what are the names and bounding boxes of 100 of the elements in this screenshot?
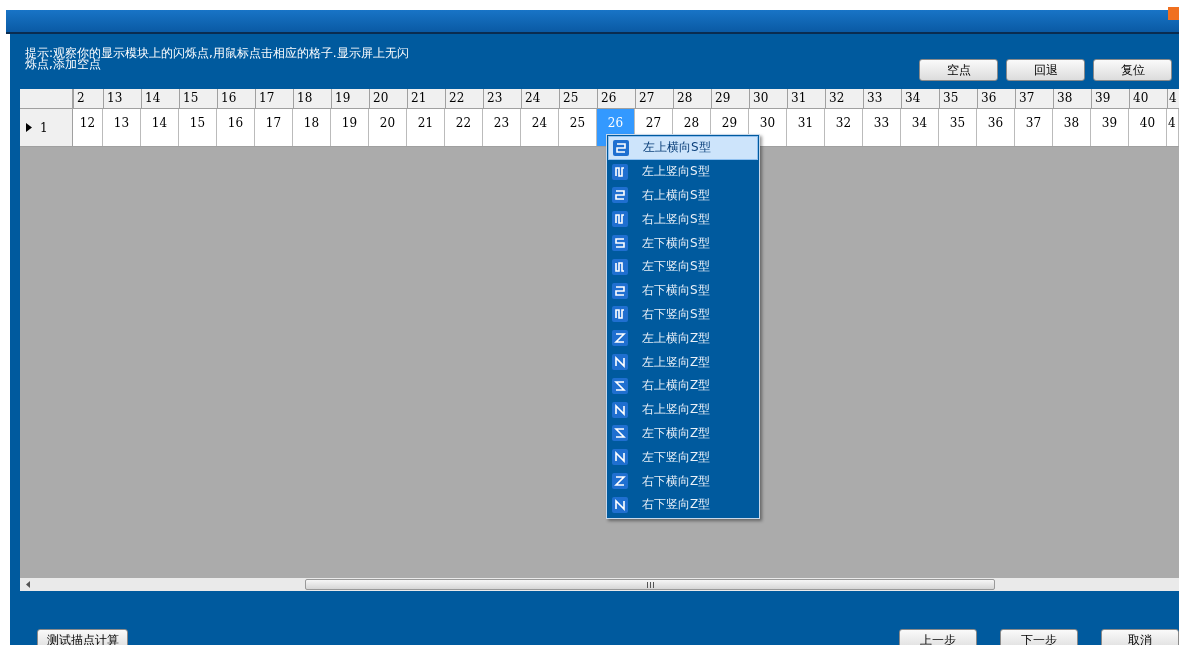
column-header: 34	[901, 89, 939, 108]
table-cell[interactable]: 20	[369, 109, 407, 146]
table-cell[interactable]: 16	[217, 109, 255, 146]
column-header: 15	[179, 89, 217, 108]
menu-item[interactable]: 左上横向Z型	[608, 326, 758, 351]
menu-item[interactable]: 左下竖向Z型	[608, 445, 758, 470]
menu-item[interactable]: 左下横向S型	[608, 231, 758, 255]
column-header: 19	[331, 89, 369, 108]
column-header: 32	[825, 89, 863, 108]
table-cell[interactable]: 40	[1129, 109, 1167, 146]
column-header: 17	[255, 89, 293, 108]
column-header: 38	[1053, 89, 1091, 108]
serpentine-icon	[612, 163, 628, 180]
table-cell[interactable]: 30	[749, 109, 787, 146]
table-cell[interactable]: 39	[1091, 109, 1129, 146]
column-header: 13	[103, 89, 141, 108]
nav-button[interactable]: 取消	[1101, 629, 1179, 645]
serpentine-icon	[613, 139, 629, 156]
zigzag-icon	[612, 401, 628, 418]
column-header: 4	[1167, 89, 1179, 108]
column-header: 28	[673, 89, 711, 108]
zigzag-icon	[612, 425, 628, 442]
table-cell[interactable]: 13	[103, 109, 141, 146]
menu-item[interactable]: 右上竖向Z型	[608, 397, 758, 422]
zigzag-icon	[612, 377, 628, 394]
table-cell[interactable]: 19	[331, 109, 369, 146]
scrollbar-thumb[interactable]	[305, 579, 995, 590]
column-header: 14	[141, 89, 179, 108]
hint-text: 提示:观察你的显示模块上的闪烁点,用鼠标点击相应的格子.显示屏上无闪烁点,添加空点	[25, 48, 410, 70]
zigzag-icon	[612, 330, 628, 347]
column-header: 21	[407, 89, 445, 108]
zigzag-icon	[612, 473, 628, 490]
table-cell[interactable]: 31	[787, 109, 825, 146]
zigzag-icon	[612, 354, 628, 371]
column-header: 23	[483, 89, 521, 108]
menu-item[interactable]: 右上横向Z型	[608, 373, 758, 398]
table-cell[interactable]: 36	[977, 109, 1015, 146]
table-cell[interactable]: 4	[1167, 109, 1179, 146]
column-header: 2	[73, 89, 103, 108]
menu-item[interactable]: 左上横向S型	[608, 136, 758, 160]
table-cell[interactable]: 35	[939, 109, 977, 146]
column-header: 20	[369, 89, 407, 108]
serpentine-icon	[612, 187, 628, 204]
column-header: 18	[293, 89, 331, 108]
horizontal-scrollbar[interactable]	[20, 578, 1179, 591]
menu-item[interactable]: 左下竖向S型	[608, 255, 758, 279]
table-cell[interactable]: 14	[141, 109, 179, 146]
menu-item[interactable]: 右上横向S型	[608, 183, 758, 208]
column-header: 24	[521, 89, 559, 108]
column-header: 26	[597, 89, 635, 108]
table-cell[interactable]: 24	[521, 109, 559, 146]
nav-button[interactable]: 下一步	[1000, 629, 1078, 645]
table-cell[interactable]: 38	[1053, 109, 1091, 146]
toolbar-button[interactable]: 空点	[919, 59, 998, 81]
toolbar-button[interactable]: 回退	[1006, 59, 1085, 81]
table-cell[interactable]: 21	[407, 109, 445, 146]
menu-item[interactable]: 右下横向S型	[608, 278, 758, 303]
serpentine-icon	[612, 258, 628, 275]
serpentine-icon	[612, 306, 628, 323]
menu-item[interactable]: 左上竖向Z型	[608, 350, 758, 374]
column-header: 33	[863, 89, 901, 108]
table-cell[interactable]: 25	[559, 109, 597, 146]
column-header: 22	[445, 89, 483, 108]
table-cell[interactable]: 33	[863, 109, 901, 146]
menu-item[interactable]: 左下横向Z型	[608, 421, 758, 446]
column-header: 29	[711, 89, 749, 108]
column-header: 40	[1129, 89, 1167, 108]
zigzag-icon	[612, 449, 628, 466]
column-header: 30	[749, 89, 787, 108]
table-cell[interactable]: 34	[901, 109, 939, 146]
column-header: 37	[1015, 89, 1053, 108]
table-cell[interactable]: 17	[255, 109, 293, 146]
table-cell[interactable]: 22	[445, 109, 483, 146]
column-header: 36	[977, 89, 1015, 108]
scroll-left-icon	[26, 581, 30, 588]
table-cell[interactable]: 18	[293, 109, 331, 146]
nav-button[interactable]: 上一步	[899, 629, 977, 645]
test-button[interactable]: 测试描点计算	[37, 629, 128, 645]
column-header: 27	[635, 89, 673, 108]
column-header: 35	[939, 89, 977, 108]
serpentine-icon	[612, 211, 628, 228]
menu-item[interactable]: 右下横向Z型	[608, 469, 758, 493]
serpentine-icon	[612, 235, 628, 252]
menu-item[interactable]: 右下竖向Z型	[608, 492, 758, 517]
column-header: 16	[217, 89, 255, 108]
table-cell[interactable]: 12	[73, 109, 103, 146]
table-cell[interactable]: 23	[483, 109, 521, 146]
menu-item[interactable]: 右上竖向S型	[608, 207, 758, 232]
serpentine-icon	[612, 282, 628, 299]
table-cell[interactable]: 37	[1015, 109, 1053, 146]
column-header: 39	[1091, 89, 1129, 108]
grip-icon	[646, 581, 654, 588]
column-header: 31	[787, 89, 825, 108]
menu-item[interactable]: 左上竖向S型	[608, 159, 758, 184]
table-cell[interactable]: 15	[179, 109, 217, 146]
table-cell[interactable]: 32	[825, 109, 863, 146]
toolbar-button[interactable]: 复位	[1093, 59, 1172, 81]
menu-item[interactable]: 右下竖向S型	[608, 302, 758, 327]
zigzag-icon	[612, 496, 628, 513]
column-header: 25	[559, 89, 597, 108]
